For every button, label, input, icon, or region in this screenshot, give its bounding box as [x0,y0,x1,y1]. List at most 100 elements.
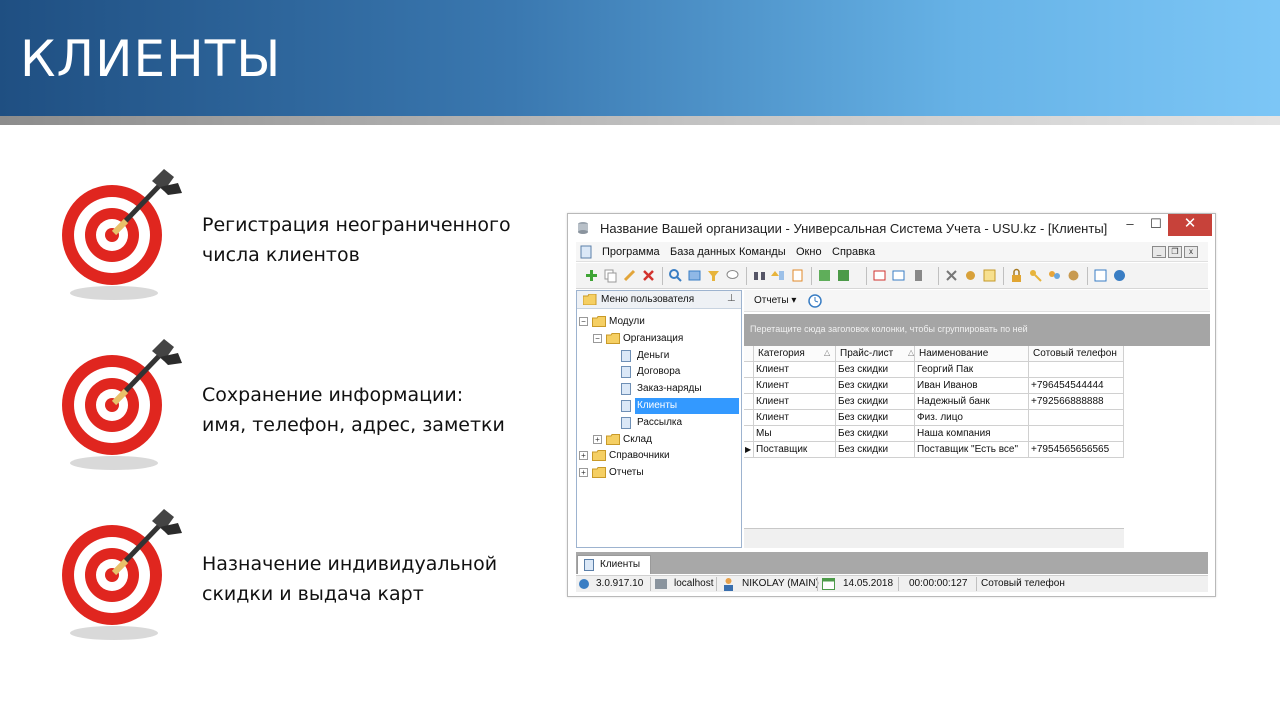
sort-ascending-icon[interactable]: △ [824,348,830,357]
binoculars-icon[interactable] [752,268,767,283]
tree-item[interactable]: + Справочники [577,448,737,464]
menu-window[interactable]: Окно [796,246,822,258]
minimize-button[interactable]: – [1116,214,1144,236]
sort-ascending-icon[interactable]: △ [908,348,914,357]
window-titlebar[interactable]: Название Вашей организации - Универсальн… [568,214,1215,242]
collapse-icon[interactable]: − [579,317,588,326]
table-cell[interactable] [1029,410,1124,426]
row-indicator[interactable] [744,410,754,426]
table-cell[interactable]: Без скидки [836,378,915,394]
tree-item[interactable]: − Организация [577,331,737,347]
delete-icon[interactable] [641,268,656,283]
tab-clients[interactable]: Клиенты [577,555,651,574]
refresh-icon[interactable] [687,268,702,283]
column-header[interactable]: Наименование [915,346,1029,362]
table-cell[interactable]: +792566888888 [1029,394,1124,410]
table-cell[interactable]: +7954565656565 [1029,442,1124,458]
tab-clients-label: Клиенты [600,559,641,570]
feature-3-line1: Назначение индивидуальной [202,553,498,575]
tree-item[interactable]: + Отчеты [577,465,737,481]
table-cell[interactable]: Клиент [754,378,836,394]
database-icon [578,222,588,234]
table-cell[interactable]: Без скидки [836,426,915,442]
exit-icon[interactable] [912,268,927,283]
table-cell[interactable]: Клиент [754,410,836,426]
clock-icon[interactable] [808,294,822,308]
filter-icon[interactable] [706,268,721,283]
sort-icon[interactable] [771,268,786,283]
tree-item[interactable]: − Модули [577,314,737,330]
column-header[interactable]: Сотовый телефон [1029,346,1124,362]
close-button[interactable]: ✕ [1168,214,1212,236]
tree-item[interactable]: Договора [577,364,737,380]
table-cell[interactable]: Без скидки [836,394,915,410]
table-cell[interactable]: Без скидки [836,362,915,378]
book-icon[interactable] [1093,268,1108,283]
maximize-button[interactable]: ☐ [1142,214,1170,236]
table-cell[interactable]: Без скидки [836,410,915,426]
window-icon[interactable] [872,268,887,283]
table-cell[interactable]: Клиент [754,394,836,410]
row-indicator[interactable]: ▶ [744,442,754,458]
table-cell[interactable] [1029,426,1124,442]
comment-icon[interactable] [725,268,740,283]
note-icon[interactable] [982,268,997,283]
row-indicator[interactable] [744,362,754,378]
export-icon[interactable] [790,268,805,283]
group-by-area[interactable]: Перетащите сюда заголовок колонки, чтобы… [744,314,1210,346]
tools-icon[interactable] [944,268,959,283]
table-cell[interactable]: Георгий Пак [915,362,1029,378]
feature-2-line1: Сохранение информации: [202,384,464,406]
tree-item[interactable]: + Склад [577,432,737,448]
reports-dropdown[interactable]: Отчеты ▾ [754,295,796,306]
copy-icon[interactable] [603,268,618,283]
menu-database[interactable]: База данных [670,246,736,258]
table-cell[interactable]: +796454544444 [1029,378,1124,394]
table-cell[interactable]: Мы [754,426,836,442]
mdi-close-button[interactable]: x [1184,246,1198,258]
key-icon[interactable] [1028,268,1043,283]
info-icon[interactable] [1112,268,1127,283]
table-cell[interactable]: Без скидки [836,442,915,458]
document-icon [584,559,594,571]
new-window-icon[interactable] [891,268,906,283]
document-icon [580,245,592,259]
column-header[interactable]: Прайс-лист [836,346,915,362]
menu-help[interactable]: Справка [832,246,875,258]
tree-item[interactable]: Деньги [577,348,737,364]
excel-export-icon[interactable] [836,268,851,283]
row-indicator[interactable] [744,426,754,442]
table-cell[interactable]: Надежный банк [915,394,1029,410]
toolbar-separator [1003,267,1004,285]
tree-item-label: Клиенты [637,400,678,411]
table-cell[interactable]: Клиент [754,362,836,378]
table-cell[interactable]: Поставщик "Есть все" [915,442,1029,458]
search-icon[interactable] [668,268,683,283]
expand-icon[interactable]: + [593,434,602,444]
edit-icon[interactable] [622,268,637,283]
collapse-icon[interactable]: − [593,333,602,343]
users-icon[interactable] [1047,268,1062,283]
table-cell[interactable]: Иван Иванов [915,378,1029,394]
table-cell[interactable]: Физ. лицо [915,410,1029,426]
table-cell[interactable] [1029,362,1124,378]
pin-icon[interactable]: ⊥ [727,293,736,304]
excel-icon[interactable] [817,268,832,283]
row-indicator[interactable] [744,394,754,410]
table-cell[interactable]: Поставщик [754,442,836,458]
expand-icon[interactable]: + [579,451,588,461]
table-cell[interactable]: Наша компания [915,426,1029,442]
menu-program[interactable]: Программа [602,246,660,258]
row-indicator[interactable] [744,378,754,394]
tree-item[interactable]: Заказ-наряды [577,381,737,397]
settings-icon[interactable] [963,268,978,283]
add-icon[interactable] [584,268,599,283]
lock-icon[interactable] [1009,268,1024,283]
tree-item[interactable]: Рассылка [577,415,737,431]
permissions-icon[interactable] [1066,268,1081,283]
mdi-minimize-button[interactable]: _ [1152,246,1166,258]
expand-icon[interactable]: + [579,468,588,478]
mdi-restore-button[interactable]: ❐ [1168,246,1182,258]
menu-commands[interactable]: Команды [739,246,786,258]
tree-item[interactable]: Клиенты [635,398,739,414]
